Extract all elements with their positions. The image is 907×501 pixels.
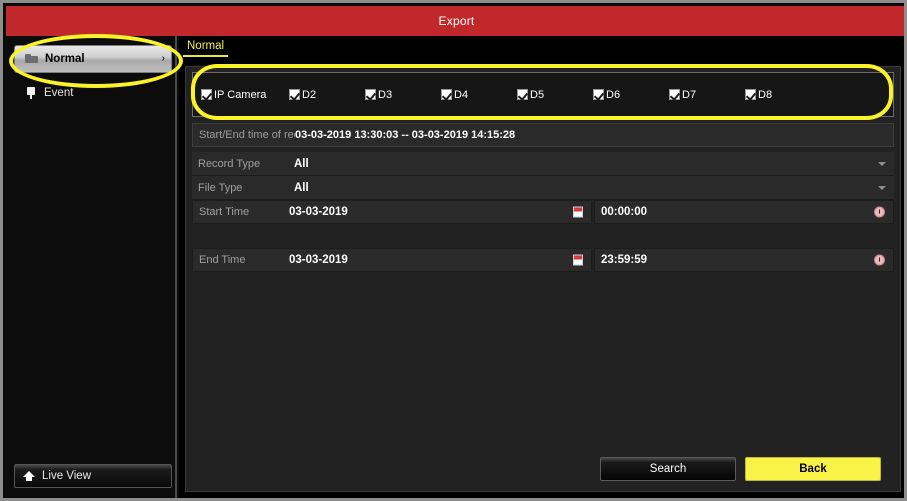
event-icon xyxy=(24,86,38,100)
chevron-down-icon[interactable] xyxy=(878,185,886,190)
end-time-field[interactable]: 23:59:59 xyxy=(594,248,894,272)
record-type-label: Record Type xyxy=(198,157,261,170)
record-time-info-row: Start/End time of rec 03-03-2019 13:30:0… xyxy=(192,123,894,147)
window-title: Export xyxy=(438,14,475,28)
main-area: Normal IP Camera D2 D3 D4 D5 D6 D7 D8 St… xyxy=(179,36,904,498)
end-time-row: End Time 03-03-2019 23:59:59 xyxy=(192,248,894,272)
camera-selection-panel: IP Camera D2 D3 D4 D5 D6 D7 D8 xyxy=(192,72,894,117)
clock-icon[interactable] xyxy=(874,254,885,266)
start-time-field[interactable]: 00:00:00 xyxy=(594,200,894,224)
start-time-row: Start Time 03-03-2019 00:00:00 xyxy=(192,200,894,224)
sidebar-item-normal-label: Normal xyxy=(45,53,85,65)
camera-checkbox-d5[interactable]: D5 xyxy=(517,89,593,101)
checkbox-checked-icon[interactable] xyxy=(517,89,528,100)
start-date-value: 03-03-2019 xyxy=(289,206,348,218)
start-time-value: 00:00:00 xyxy=(601,206,648,218)
live-view-label: Live View xyxy=(42,470,92,482)
end-time-value: 23:59:59 xyxy=(601,254,648,266)
window-titlebar: Export xyxy=(6,6,904,36)
export-window: Export Normal › Event Live View Normal I… xyxy=(0,0,907,501)
tabbar: Normal xyxy=(179,36,904,64)
content-panel: IP Camera D2 D3 D4 D5 D6 D7 D8 Start/End… xyxy=(185,66,901,492)
end-time-label: End Time xyxy=(199,254,246,266)
chevron-right-icon: › xyxy=(161,53,165,64)
camera-checkbox-d4[interactable]: D4 xyxy=(441,89,517,101)
camera-label: D6 xyxy=(606,88,621,101)
record-time-value: 03-03-2019 13:30:03 -- 03-03-2019 14:15:… xyxy=(295,129,516,141)
export-form: Record Type All File Type All Start Time… xyxy=(192,152,894,272)
file-type-value: All xyxy=(294,181,309,194)
camera-label: D8 xyxy=(758,88,773,101)
checkbox-checked-icon[interactable] xyxy=(745,89,756,100)
sidebar-item-normal[interactable]: Normal › xyxy=(14,45,172,73)
camera-checkbox-d3[interactable]: D3 xyxy=(365,89,441,101)
start-date-field[interactable]: Start Time 03-03-2019 xyxy=(192,200,592,224)
tab-normal[interactable]: Normal xyxy=(183,40,229,57)
checkbox-checked-icon[interactable] xyxy=(669,89,680,100)
camera-checkbox-row: IP Camera D2 D3 D4 D5 D6 D7 D8 xyxy=(201,73,821,116)
live-view-button[interactable]: Live View xyxy=(14,464,172,488)
start-time-label: Start Time xyxy=(199,206,250,218)
chevron-down-icon[interactable] xyxy=(878,161,886,166)
camera-label: D7 xyxy=(682,88,697,101)
camera-label: IP Camera xyxy=(214,88,267,101)
folder-icon xyxy=(25,52,39,66)
sidebar-item-event-label: Event xyxy=(44,87,74,99)
calendar-icon[interactable] xyxy=(573,206,583,218)
sidebar-item-event[interactable]: Event xyxy=(14,79,172,107)
camera-checkbox-d2[interactable]: D2 xyxy=(289,89,365,101)
camera-label: D5 xyxy=(530,88,545,101)
camera-checkbox-d7[interactable]: D7 xyxy=(669,89,745,101)
checkbox-checked-icon[interactable] xyxy=(289,89,300,100)
checkbox-checked-icon[interactable] xyxy=(593,89,604,100)
file-type-label: File Type xyxy=(198,181,243,194)
record-type-row[interactable]: Record Type All xyxy=(192,152,894,176)
file-type-row[interactable]: File Type All xyxy=(192,176,894,200)
record-type-value: All xyxy=(294,157,309,170)
end-date-value: 03-03-2019 xyxy=(289,254,348,266)
camera-label: D2 xyxy=(302,88,317,101)
sidebar: Normal › Event Live View xyxy=(6,36,177,498)
checkbox-checked-icon[interactable] xyxy=(201,89,212,100)
camera-label: D3 xyxy=(378,88,393,101)
camera-checkbox-d6[interactable]: D6 xyxy=(593,89,669,101)
calendar-icon[interactable] xyxy=(573,254,583,266)
record-time-label: Start/End time of rec xyxy=(199,129,295,141)
end-date-field[interactable]: End Time 03-03-2019 xyxy=(192,248,592,272)
checkbox-checked-icon[interactable] xyxy=(365,89,376,100)
clock-icon[interactable] xyxy=(874,206,885,218)
search-button[interactable]: Search xyxy=(600,457,736,481)
back-button[interactable]: Back xyxy=(745,457,881,481)
home-icon xyxy=(23,470,35,482)
checkbox-checked-icon[interactable] xyxy=(441,89,452,100)
camera-checkbox-d8[interactable]: D8 xyxy=(745,89,821,101)
camera-checkbox-ip-camera[interactable]: IP Camera xyxy=(201,89,289,101)
camera-label: D4 xyxy=(454,88,469,101)
